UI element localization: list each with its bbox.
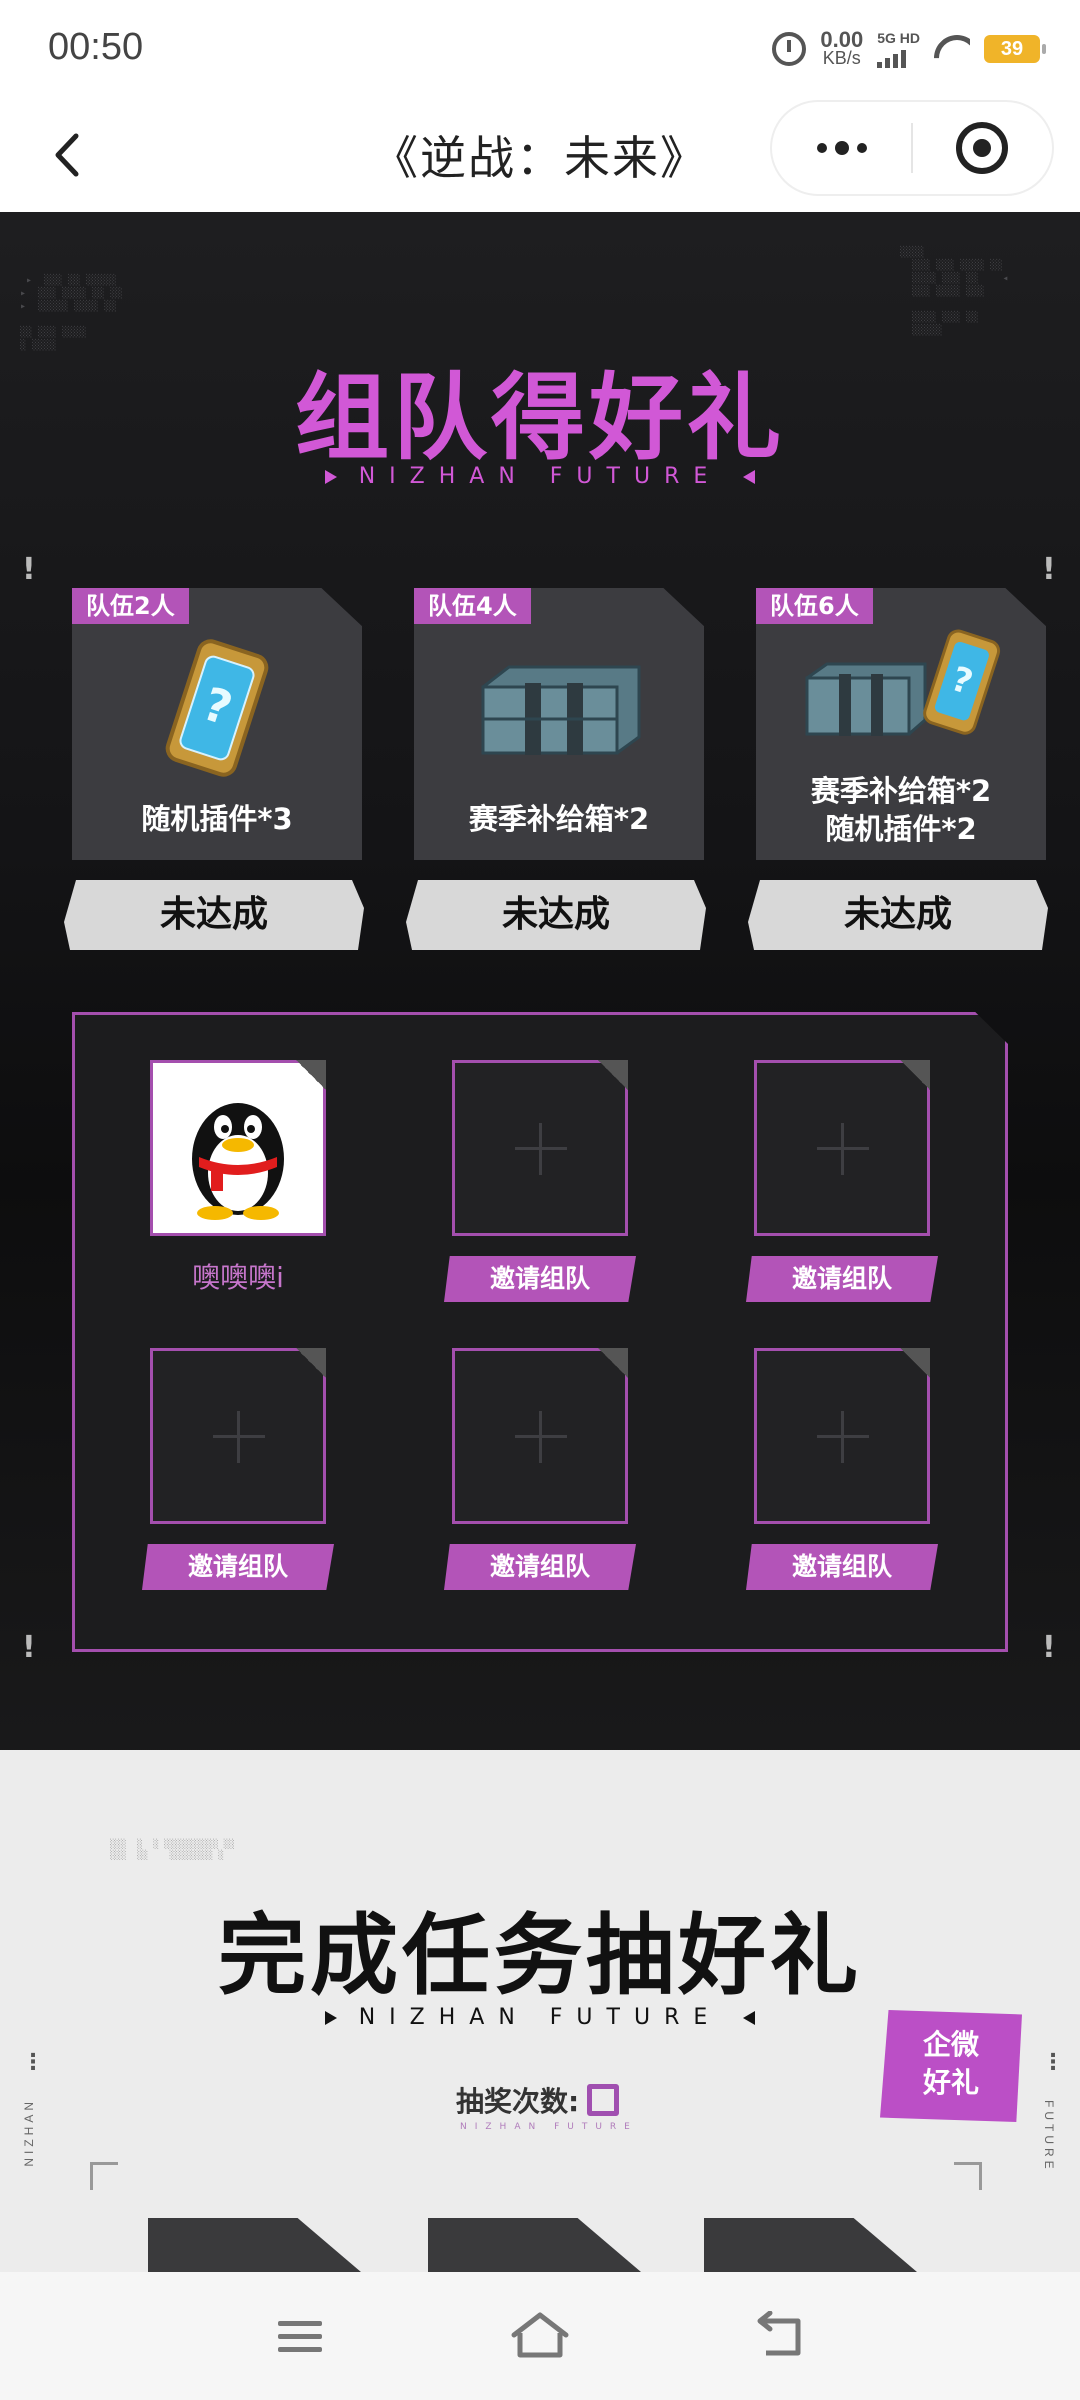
- back-nav-icon[interactable]: [750, 2306, 810, 2366]
- slot-corner: [296, 1348, 326, 1378]
- signal-label: 5G HD: [877, 30, 920, 46]
- slot-corner: [296, 1060, 326, 1090]
- draw-count-subtext: NIZHAN FUTURE: [460, 2122, 638, 2132]
- reward-name: 随机插件*3: [141, 802, 293, 836]
- status-bar: 00:50 0.00 KB/s 5G HD 39: [0, 0, 1080, 100]
- wecom-badge-line: 企微: [922, 2028, 979, 2061]
- decorative-code-text: ▸ ░░░ ░░ ░░░░░ ▸ ░░░ ░░░░ ░░ ░░ ▸ ░░░░░ …: [20, 275, 123, 351]
- reward-status-button[interactable]: 未达成: [64, 880, 364, 950]
- slot-corner: [900, 1060, 930, 1090]
- reward-card-4-members: 队伍4人 赛季补给箱*2: [414, 588, 704, 860]
- home-icon[interactable]: [510, 2306, 570, 2366]
- invite-team-button[interactable]: 邀请组队: [444, 1544, 636, 1590]
- invite-team-button[interactable]: 邀请组队: [746, 1544, 938, 1590]
- reward-tag: 队伍2人: [72, 588, 189, 624]
- wecom-badge-line: 好礼: [922, 2066, 979, 2099]
- empty-member-slot[interactable]: [452, 1060, 628, 1236]
- reward-name: 赛季补给箱*2: [468, 802, 650, 836]
- supply-box-and-plugin-icon: ?: [756, 628, 1046, 748]
- invite-team-button[interactable]: 邀请组队: [142, 1544, 334, 1590]
- close-miniprogram-icon[interactable]: [913, 102, 1052, 194]
- invite-team-button[interactable]: 邀请组队: [444, 1256, 636, 1302]
- empty-member-slot[interactable]: [150, 1348, 326, 1524]
- reward-name-line: 赛季补给箱*2: [810, 774, 992, 808]
- dots-deco-icon: ⋮: [1042, 2050, 1064, 2075]
- system-nav-bar: [0, 2272, 1080, 2400]
- invite-team-button[interactable]: 邀请组队: [746, 1256, 938, 1302]
- wecom-gift-badge[interactable]: 企微 好礼: [880, 2010, 1022, 2122]
- slot-corner: [900, 1348, 930, 1378]
- member-name: 噢噢噢i: [192, 1261, 284, 1294]
- net-speed-unit: KB/s: [822, 48, 861, 68]
- plugin-card-icon: ?: [72, 638, 362, 778]
- slot-corner: [598, 1060, 628, 1090]
- exclaim-mark-icon: !: [1042, 1630, 1056, 1665]
- exclaim-mark-icon: !: [22, 1630, 36, 1665]
- net-speed-value: 0.00: [820, 27, 864, 52]
- team-section-subtitle: NIZHAN FUTURE: [0, 464, 1080, 489]
- empty-member-slot[interactable]: [452, 1348, 628, 1524]
- reward-name-multiline: 赛季补给箱*2 随机插件*2: [756, 772, 1046, 848]
- decorative-code-text: ░░░ ░ ░ ░░░░░░░░░░ ░░ ░░░ ░░ ░░░░░░░░ ░: [110, 1840, 235, 1861]
- corner-bracket-right: [954, 2162, 982, 2190]
- arrow-right-icon: [324, 470, 337, 484]
- net-speed: 0.00 KB/s: [820, 27, 864, 68]
- subtitle-text: NIZHAN FUTURE: [358, 2005, 722, 2030]
- reward-status-button[interactable]: 未达成: [748, 880, 1048, 950]
- battery-indicator: 39: [984, 35, 1046, 63]
- reward-card-2-members: 队伍2人 ? 随机插件*3: [72, 588, 362, 860]
- slot-corner: [598, 1348, 628, 1378]
- dots-deco-icon: ⋮: [22, 2050, 44, 2075]
- member-avatar-slot: [150, 1060, 326, 1236]
- reward-card-6-members: 队伍6人 ? 赛季补给箱*2 随机插件*2: [756, 588, 1046, 860]
- task-section-title: 完成任务抽好礼: [217, 1904, 862, 2007]
- decorative-code-text-right: ░░░░ ░░░ ░░░ ░░░░ ░░ ░░░░ ░░░ ░░ ◂ ░░░ ░…: [900, 247, 1009, 336]
- reward-status-button[interactable]: 未达成: [406, 880, 706, 950]
- arrow-right-icon: [324, 2011, 337, 2025]
- cell-signal: 5G HD: [877, 30, 920, 68]
- side-label-left: NIZHAN: [22, 2098, 36, 2167]
- reward-name-line: 随机插件*2: [825, 812, 977, 846]
- draw-count-label: 抽奖次数:: [456, 2085, 580, 2118]
- signal-bars-icon: [877, 46, 907, 68]
- draw-count-box: [587, 2084, 620, 2116]
- reward-tag: 队伍6人: [756, 588, 873, 624]
- miniprogram-capsule: [770, 100, 1054, 196]
- menu-icon[interactable]: [270, 2306, 330, 2366]
- arrow-left-icon: [743, 2011, 756, 2025]
- reward-tag: 队伍4人: [414, 588, 531, 624]
- exclaim-mark-icon: !: [22, 552, 36, 587]
- status-time: 00:50: [48, 26, 144, 68]
- corner-bracket-left: [90, 2162, 118, 2190]
- exclaim-mark-icon: !: [1042, 552, 1056, 587]
- status-icons: 0.00 KB/s 5G HD 39: [772, 27, 1046, 68]
- supply-box-icon: [414, 638, 704, 778]
- empty-member-slot[interactable]: [754, 1348, 930, 1524]
- team-section-title: 组队得好礼: [294, 364, 785, 473]
- draw-count: 抽奖次数:: [456, 2080, 620, 2120]
- more-icon[interactable]: [772, 102, 911, 194]
- side-label-right: FUTURE: [1042, 2100, 1056, 2173]
- wifi-icon: [934, 35, 970, 63]
- arrow-left-icon: [743, 470, 756, 484]
- subtitle-text: NIZHAN FUTURE: [358, 464, 722, 489]
- empty-member-slot[interactable]: [754, 1060, 930, 1236]
- title-bar: 《逆战：未来》: [0, 100, 1080, 212]
- alarm-icon: [772, 32, 807, 66]
- section-divider-slope: [0, 1752, 1080, 1792]
